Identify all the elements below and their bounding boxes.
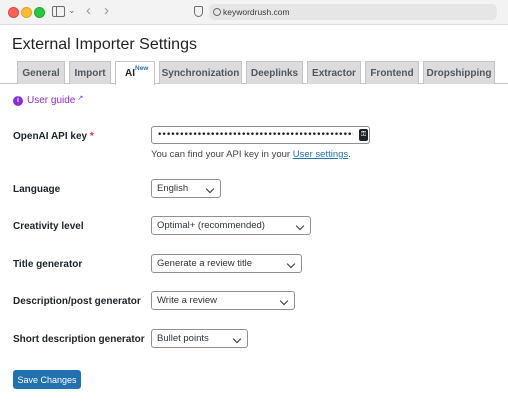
tab-label: General xyxy=(22,67,60,79)
api-key-hint-text: You can find your API key in your xyxy=(151,149,293,160)
description-generator-select[interactable]: Write a review xyxy=(151,291,295,310)
tab-dropshipping[interactable]: Dropshipping xyxy=(423,61,495,84)
tab-label: Dropshipping xyxy=(426,67,492,79)
short-description-generator-select-value: Bullet points xyxy=(157,333,209,344)
save-changes-button[interactable]: Save Changes xyxy=(13,370,81,389)
title-generator-select[interactable]: Generate a review title xyxy=(151,254,302,273)
info-icon: i xyxy=(13,95,23,106)
api-key-hint: You can find your API key in your User s… xyxy=(151,149,351,160)
minimize-window-button[interactable] xyxy=(21,7,32,18)
password-manager-key-icon[interactable]: ⚿ xyxy=(359,129,368,141)
tab-import[interactable]: Import xyxy=(69,61,111,84)
title-generator-select-value: Generate a review title xyxy=(157,258,253,269)
chevron-down-icon xyxy=(279,296,289,306)
api-key-hint-suffix: . xyxy=(348,149,351,160)
forward-arrow-icon[interactable]: › xyxy=(104,2,109,19)
user-guide-label: User guide xyxy=(27,95,76,106)
tab-deeplinks[interactable]: Deeplinks xyxy=(246,61,303,84)
short-description-generator-label: Short description generator xyxy=(13,334,145,345)
chevron-down-icon xyxy=(295,221,305,231)
title-generator-label: Title generator xyxy=(13,259,83,270)
user-settings-link[interactable]: User settings xyxy=(293,149,348,160)
close-window-button[interactable] xyxy=(8,7,19,18)
tab-frontend[interactable]: Frontend xyxy=(365,61,419,84)
page-title: External Importer Settings xyxy=(12,36,197,53)
tab-extractor[interactable]: Extractor xyxy=(307,61,361,84)
external-link-icon: ↗ xyxy=(77,94,84,102)
chevron-down-icon[interactable]: ⌄ xyxy=(68,5,76,16)
address-url: keywordrush.com xyxy=(223,7,290,17)
description-generator-select-value: Write a review xyxy=(157,295,218,306)
creativity-select-value: Optimal+ (recommended) xyxy=(157,220,265,231)
user-guide-link[interactable]: i User guide ↗ xyxy=(13,95,83,106)
address-bar[interactable]: keywordrush.com xyxy=(209,4,497,20)
language-select-value: English xyxy=(157,183,189,194)
tab-label: Deeplinks xyxy=(250,67,299,79)
language-select[interactable]: English xyxy=(151,179,221,198)
api-key-label-text: OpenAI API key xyxy=(13,131,88,142)
tab-synchronization[interactable]: Synchronization xyxy=(159,61,242,84)
tab-label: Frontend xyxy=(370,67,414,79)
creativity-label: Creativity level xyxy=(13,221,84,232)
tab-label: Synchronization xyxy=(161,67,240,79)
creativity-select[interactable]: Optimal+ (recommended) xyxy=(151,216,311,235)
zoom-window-button[interactable] xyxy=(34,7,45,18)
new-badge: New xyxy=(135,65,149,72)
settings-tabs: General Import AI New Synchronization De… xyxy=(0,61,508,85)
chevron-down-icon xyxy=(286,259,296,269)
tab-label: Extractor xyxy=(312,67,356,79)
tab-label: Import xyxy=(74,67,106,79)
globe-icon xyxy=(213,8,221,16)
language-label: Language xyxy=(13,184,61,195)
sidebar-toggle-icon[interactable] xyxy=(52,6,65,17)
back-arrow-icon[interactable]: ‹ xyxy=(86,2,91,19)
privacy-shield-icon[interactable] xyxy=(194,6,203,17)
tab-ai[interactable]: AI New xyxy=(115,61,155,85)
tab-label: AI xyxy=(125,68,135,79)
tab-general[interactable]: General xyxy=(17,61,65,84)
chevron-down-icon xyxy=(232,334,242,344)
api-key-label: OpenAI API key * xyxy=(13,131,94,142)
description-generator-label: Description/post generator xyxy=(13,296,141,307)
short-description-generator-select[interactable]: Bullet points xyxy=(151,329,248,348)
browser-toolbar: ⌄ ‹ › keywordrush.com xyxy=(0,0,508,25)
api-key-input[interactable] xyxy=(151,126,370,144)
required-mark: * xyxy=(89,131,94,142)
chevron-down-icon xyxy=(205,184,215,194)
